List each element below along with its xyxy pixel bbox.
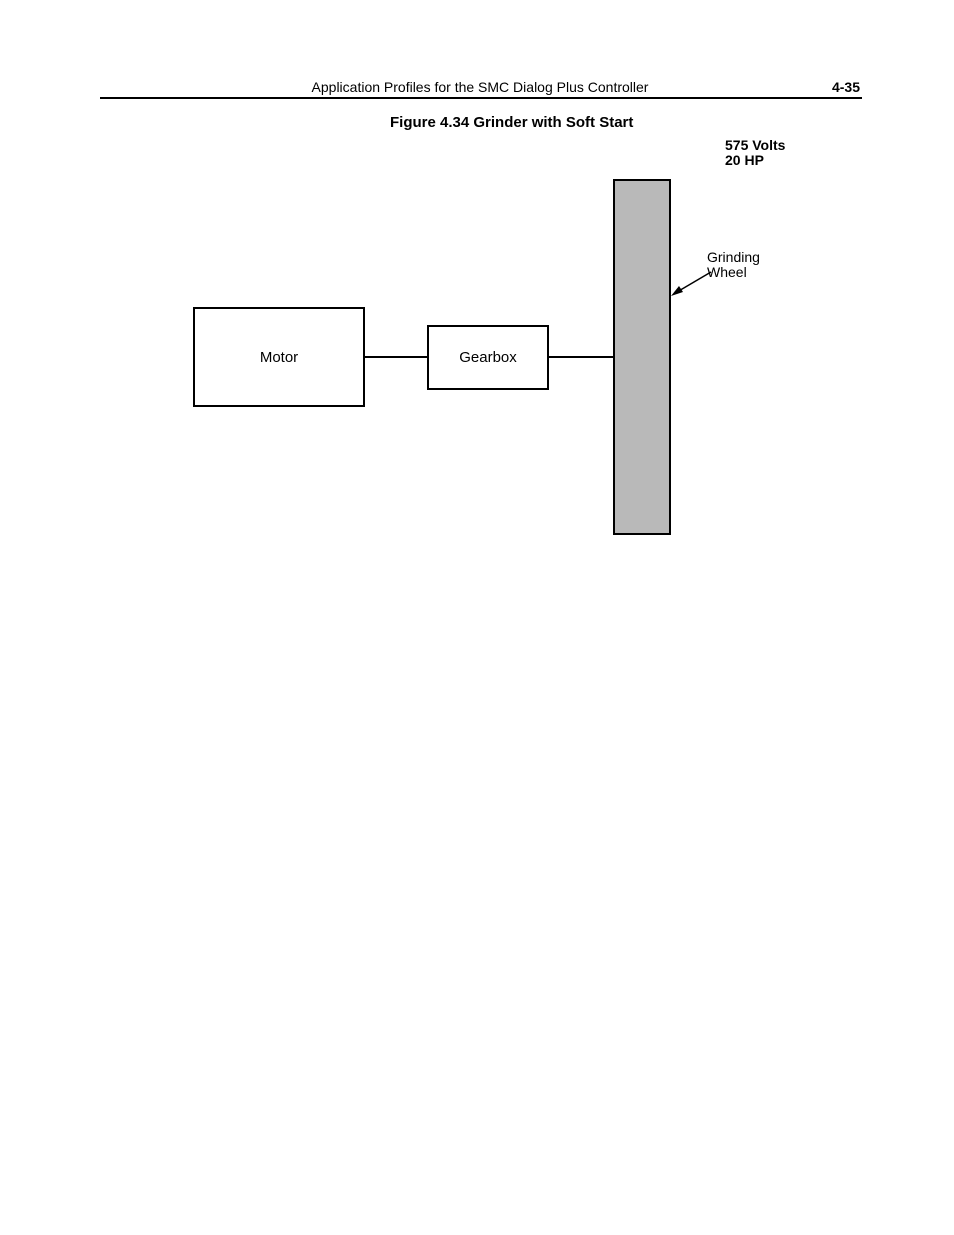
page-number: 4-35 bbox=[832, 79, 860, 95]
gearbox-box: Gearbox bbox=[427, 325, 549, 390]
grinding-wheel-box bbox=[613, 179, 671, 535]
motor-box: Motor bbox=[193, 307, 365, 407]
gearbox-label: Gearbox bbox=[459, 349, 517, 366]
motor-label: Motor bbox=[260, 349, 298, 366]
spec-hp: 20 HP bbox=[725, 153, 785, 168]
connector-gearbox-wheel bbox=[549, 356, 613, 358]
arrow-icon bbox=[671, 270, 719, 298]
spec-voltage: 575 Volts bbox=[725, 138, 785, 153]
spec-label: 575 Volts 20 HP bbox=[725, 138, 785, 169]
grinding-wheel-label-line1: Grinding bbox=[707, 250, 760, 265]
connector-motor-gearbox bbox=[365, 356, 427, 358]
running-header-title: Application Profiles for the SMC Dialog … bbox=[100, 79, 860, 95]
header-rule bbox=[100, 97, 862, 99]
figure-caption: Figure 4.34 Grinder with Soft Start bbox=[390, 114, 633, 131]
page: Application Profiles for the SMC Dialog … bbox=[0, 0, 954, 1235]
